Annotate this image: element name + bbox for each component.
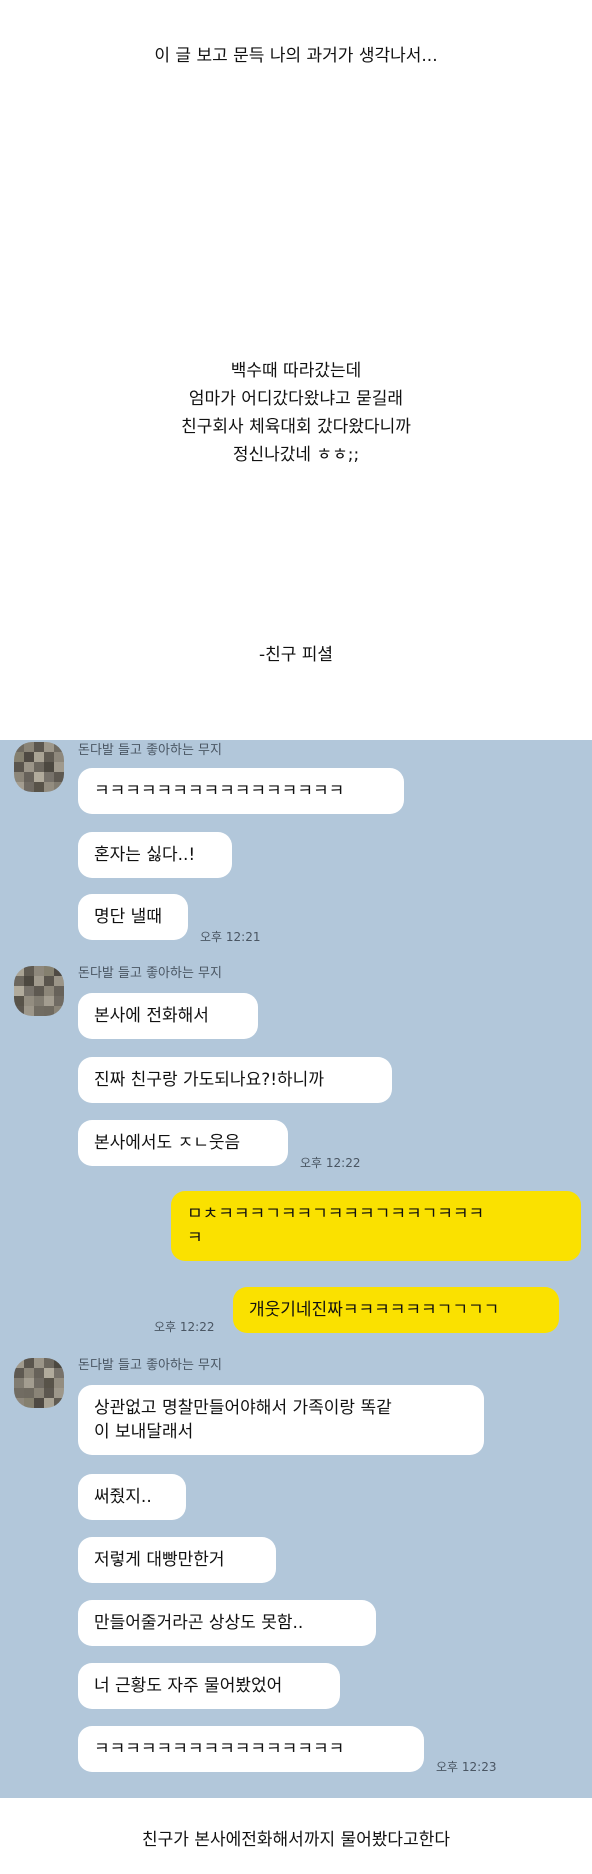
story-line: 엄마가 어디갔다왔냐고 묻길래 — [188, 389, 404, 409]
message-bubble[interactable]: 써줬지.. — [78, 1474, 186, 1520]
intro-section: 이 글 보고 문득 나의 과거가 생각나서... 백수때 따라갔는데 엄마가 어… — [0, 0, 592, 740]
message-bubble[interactable]: 혼자는 싫다..! — [78, 832, 232, 878]
message-bubble[interactable]: 진짜 친구랑 가도되나요?!하니까 — [78, 1057, 392, 1103]
chat-screenshot: 돈다발 들고 좋아하는 무지 ㅋㅋㅋㅋㅋㅋㅋㅋㅋㅋㅋㅋㅋㅋㅋㅋ 혼자는 싫다..… — [0, 740, 592, 1798]
message-time: 오후 12:22 — [300, 1156, 361, 1170]
outro-section: 친구가 본사에전화해서까지 물어봤다고한다 — [0, 1798, 592, 1874]
story-line: 백수때 따라갔는데 — [230, 361, 362, 381]
my-message-bubble[interactable]: ㅁㅊㅋㅋㅋㄱㅋㅋㄱㅋㅋㅋㄱㅋㅋㄱㅋㅋㅋ ㅋ — [171, 1191, 581, 1261]
message-bubble[interactable]: ㅋㅋㅋㅋㅋㅋㅋㅋㅋㅋㅋㅋㅋㅋㅋㅋ — [78, 768, 404, 814]
closing-caption: 친구가 본사에전화해서까지 물어봤다고한다 — [142, 1830, 450, 1850]
message-time: 오후 12:22 — [154, 1320, 215, 1334]
message-time: 오후 12:21 — [200, 930, 261, 944]
message-bubble[interactable]: 저렇게 대빵만한거 — [78, 1537, 276, 1583]
message-bubble[interactable]: 본사에서도 ㅈㄴ웃음 — [78, 1120, 288, 1166]
my-message-bubble[interactable]: 개웃기네진짜ㅋㅋㅋㅋㅋㅋㄱㄱㄱㄱ — [233, 1287, 559, 1333]
sender-name: 돈다발 들고 좋아하는 무지 — [78, 966, 222, 981]
signature: -친구 피셜 — [258, 645, 334, 665]
avatar[interactable] — [14, 742, 64, 792]
story-line: 정신나갔네 ㅎㅎ;; — [232, 445, 360, 465]
sender-name: 돈다발 들고 좋아하는 무지 — [78, 1358, 222, 1373]
message-bubble[interactable]: 본사에 전화해서 — [78, 993, 258, 1039]
message-bubble[interactable]: 상관없고 명찰만들어야해서 가족이랑 똑같 이 보내달래서 — [78, 1385, 484, 1455]
avatar[interactable] — [14, 966, 64, 1016]
message-time: 오후 12:23 — [436, 1760, 497, 1774]
intro-title: 이 글 보고 문득 나의 과거가 생각나서... — [154, 46, 438, 66]
story-line: 친구회사 체육대회 갔다왔다니까 — [181, 417, 411, 437]
message-bubble[interactable]: ㅋㅋㅋㅋㅋㅋㅋㅋㅋㅋㅋㅋㅋㅋㅋㅋ — [78, 1726, 424, 1772]
message-bubble[interactable]: 만들어줄거라곤 상상도 못함.. — [78, 1600, 376, 1646]
sender-name: 돈다발 들고 좋아하는 무지 — [78, 743, 222, 758]
message-bubble[interactable]: 명단 낼때 — [78, 894, 188, 940]
avatar[interactable] — [14, 1358, 64, 1408]
message-bubble[interactable]: 너 근황도 자주 물어봤었어 — [78, 1663, 340, 1709]
